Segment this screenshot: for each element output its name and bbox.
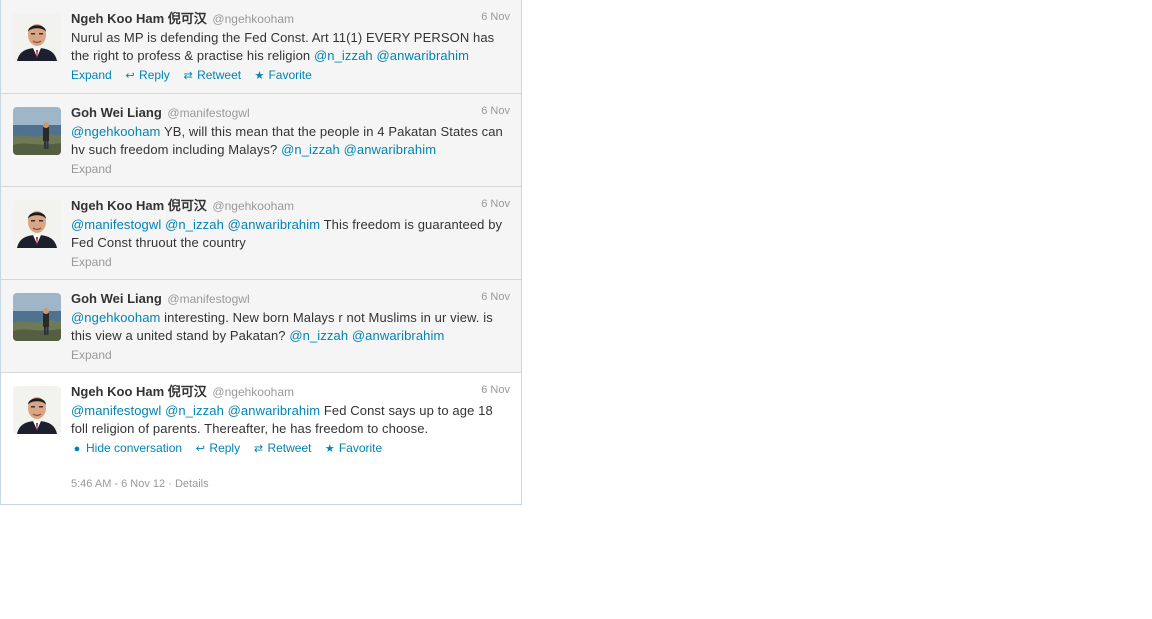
mention-link[interactable]: @manifestogwl <box>71 403 161 418</box>
tweet-header: Goh Wei Liang @manifestogwl <box>71 290 509 308</box>
tweet-actions: Expand <box>71 254 509 270</box>
portrait-man-avatar <box>13 13 61 61</box>
tweet-text: @ngehkooham interesting. New born Malays… <box>71 309 509 345</box>
reply-label: Reply <box>209 441 241 455</box>
mention-link[interactable]: @n_izzah <box>289 328 348 343</box>
tweet-timestamp[interactable]: 6 Nov <box>481 291 510 303</box>
expand-label: Expand <box>71 68 112 82</box>
mention-link[interactable]: @n_izzah <box>165 217 224 232</box>
expand-link[interactable]: Expand <box>71 348 112 362</box>
expand-link[interactable]: Expand <box>71 67 112 83</box>
author-username[interactable]: @ngehkooham <box>212 12 294 26</box>
avatar[interactable] <box>13 293 61 341</box>
author-fullname[interactable]: Ngeh Koo Ham 倪可汉 <box>71 198 207 213</box>
tweet-actions: Expand <box>71 347 509 363</box>
star-icon: ★ <box>254 70 265 82</box>
author-username[interactable]: @ngehkooham <box>212 385 294 399</box>
mention-link[interactable]: @ngehkooham <box>71 124 160 139</box>
portrait-man-avatar <box>13 200 61 248</box>
tweet-header: Ngeh Koo Ham 倪可汉 @ngehkooham <box>71 197 509 215</box>
expand-link[interactable]: Expand <box>71 162 112 176</box>
landscape-person-avatar <box>13 293 61 341</box>
meta-separator: · <box>165 478 175 490</box>
author-fullname[interactable]: Ngeh Koo Ham 倪可汉 <box>71 11 207 26</box>
avatar[interactable] <box>13 13 61 61</box>
mention-link[interactable]: @anwaribrahim <box>228 403 321 418</box>
retweet-icon: ⇄ <box>183 70 193 82</box>
tweet-header: Ngeh Koo Ham 倪可汉 @ngehkooham <box>71 383 509 401</box>
reply-icon: ↩ <box>195 443 206 455</box>
avatar[interactable] <box>13 200 61 248</box>
tweet[interactable]: Ngeh Koo Ham 倪可汉 @ngehkooham 6 Nov @mani… <box>1 187 521 280</box>
tweet-timestamp[interactable]: 6 Nov <box>481 11 510 23</box>
reply-icon: ↩ <box>125 70 135 82</box>
author-fullname[interactable]: Goh Wei Liang <box>71 105 162 120</box>
mention-link[interactable]: @manifestogwl <box>71 217 161 232</box>
full-timestamp[interactable]: 5:46 AM - 6 Nov 12 <box>71 478 165 490</box>
favorite-label: Favorite <box>268 68 312 82</box>
tweet-text: @manifestogwl @n_izzah @anwaribrahim Thi… <box>71 216 509 252</box>
portrait-man-avatar <box>13 386 61 434</box>
expand-link[interactable]: Expand <box>71 255 112 269</box>
tweet-actions: Expand <box>71 161 509 177</box>
speech-bubble-icon: ● <box>73 443 81 455</box>
tweet-text: Nurul as MP is defending the Fed Const. … <box>71 29 509 65</box>
landscape-person-avatar <box>13 107 61 155</box>
retweet-label: Retweet <box>197 68 242 82</box>
tweet-text: @ngehkooham YB, will this mean that the … <box>71 123 509 159</box>
tweet[interactable]: Goh Wei Liang @manifestogwl 6 Nov @ngehk… <box>1 280 521 373</box>
avatar[interactable] <box>13 107 61 155</box>
mention-link[interactable]: @n_izzah <box>281 142 340 157</box>
retweet-button[interactable]: ⇄ Retweet <box>182 67 241 84</box>
tweet[interactable]: Ngeh Koo Ham 倪可汉 @ngehkooham 6 Nov @mani… <box>1 373 521 504</box>
mention-link[interactable]: @anwaribrahim <box>344 142 437 157</box>
favorite-label: Favorite <box>338 441 383 455</box>
tweet-meta: 5:46 AM - 6 Nov 12 · Details <box>71 478 509 490</box>
retweet-icon: ⇄ <box>253 443 264 455</box>
tweet[interactable]: Goh Wei Liang @manifestogwl 6 Nov @ngehk… <box>1 94 521 187</box>
conversation-timeline: Ngeh Koo Ham 倪可汉 @ngehkooham 6 Nov Nurul… <box>0 0 522 505</box>
tweet-text: @manifestogwl @n_izzah @anwaribrahim Fed… <box>71 402 509 438</box>
hide-conversation-button[interactable]: ● Hide conversation <box>71 440 182 457</box>
tweet-actions: Expand ↩ Reply ⇄ Retweet ★ Favorite <box>71 67 509 84</box>
retweet-label: Retweet <box>267 441 312 455</box>
tweet-timestamp[interactable]: 6 Nov <box>481 105 510 117</box>
favorite-button[interactable]: ★ Favorite <box>324 440 382 457</box>
mention-link[interactable]: @anwaribrahim <box>228 217 321 232</box>
hide-conversation-label: Hide conversation <box>86 441 183 455</box>
tweet-actions: ● Hide conversation ↩ Reply ⇄ Retweet ★ Favo… <box>71 440 509 457</box>
author-username[interactable]: @manifestogwl <box>167 292 249 306</box>
star-icon: ★ <box>324 443 335 455</box>
retweet-button[interactable]: ⇄ Retweet <box>252 440 312 457</box>
author-fullname[interactable]: Ngeh Koo Ham 倪可汉 <box>71 384 207 399</box>
reply-label: Reply <box>139 68 170 82</box>
mention-link[interactable]: @ngehkooham <box>71 310 160 325</box>
details-link[interactable]: Details <box>175 478 209 490</box>
mention-link[interactable]: @n_izzah <box>314 48 373 63</box>
author-username[interactable]: @ngehkooham <box>212 199 294 213</box>
tweet-header: Goh Wei Liang @manifestogwl <box>71 104 509 122</box>
reply-button[interactable]: ↩ Reply <box>194 440 240 457</box>
favorite-button[interactable]: ★ Favorite <box>253 67 312 84</box>
mention-link[interactable]: @anwaribrahim <box>352 328 445 343</box>
author-username[interactable]: @manifestogwl <box>167 106 249 120</box>
avatar[interactable] <box>13 386 61 434</box>
mention-link[interactable]: @anwaribrahim <box>376 48 469 63</box>
reply-button[interactable]: ↩ Reply <box>124 67 170 84</box>
tweet-timestamp[interactable]: 6 Nov <box>481 198 510 210</box>
author-fullname[interactable]: Goh Wei Liang <box>71 291 162 306</box>
tweet-timestamp[interactable]: 6 Nov <box>481 384 510 396</box>
mention-link[interactable]: @n_izzah <box>165 403 224 418</box>
tweet[interactable]: Ngeh Koo Ham 倪可汉 @ngehkooham 6 Nov Nurul… <box>1 0 521 94</box>
tweet-header: Ngeh Koo Ham 倪可汉 @ngehkooham <box>71 10 509 28</box>
